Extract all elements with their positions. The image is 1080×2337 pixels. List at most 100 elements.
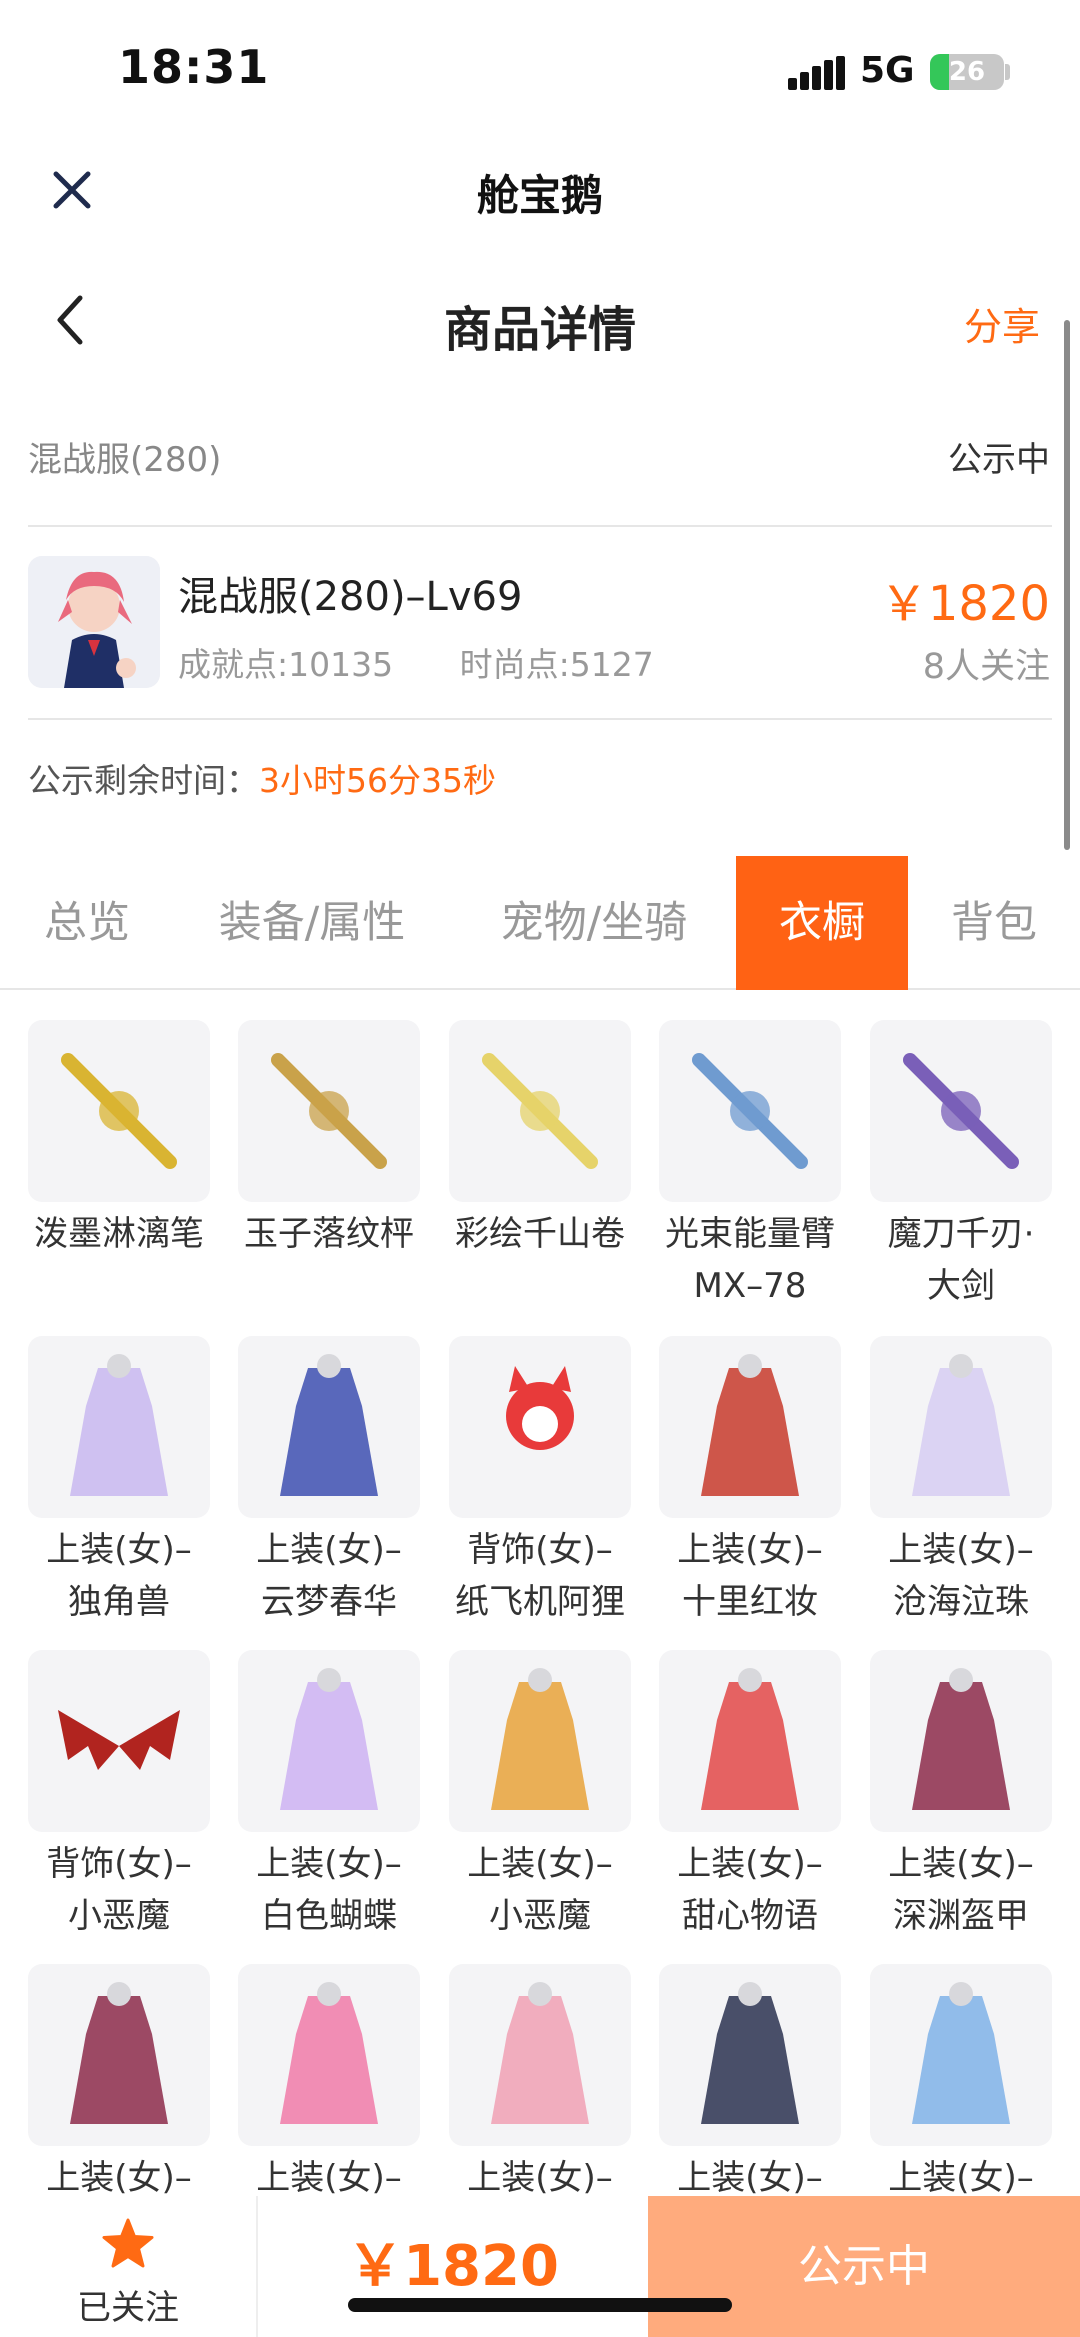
wardrobe-item[interactable]: 上装(女)– 云梦春华: [238, 1336, 420, 1628]
wardrobe-item-label: 上装(女)– 沧海泣珠: [851, 1524, 1071, 1628]
tab-pets[interactable]: 宠物/坐骑: [478, 856, 710, 990]
battery-tip: [1005, 64, 1010, 80]
fashion-points: 时尚点:5127: [459, 645, 654, 684]
timer-label: 公示剩余时间：: [28, 761, 259, 800]
wardrobe-item-name-line2: 独角兽: [68, 1582, 170, 1622]
wardrobe-item[interactable]: 上装(女)–: [659, 1964, 841, 2204]
wardrobe-item-label: 上装(女)– 小恶魔: [430, 1838, 650, 1942]
scrollbar[interactable]: [1064, 320, 1070, 850]
battery-level: 26: [948, 57, 986, 87]
tab-wardrobe[interactable]: 衣橱: [736, 856, 908, 990]
tab-bag[interactable]: 背包: [934, 856, 1054, 990]
uniform-icon: [659, 1964, 841, 2146]
devil-wings-icon: [28, 1650, 210, 1832]
wardrobe-item[interactable]: 上装(女)–: [449, 1964, 631, 2204]
wardrobe-item-label: 上装(女)– 十里红妆: [640, 1524, 860, 1628]
wardrobe-item[interactable]: 魔刀千刃· 大剑: [870, 1020, 1052, 1312]
wardrobe-item-name: 上装(女)–: [256, 1844, 402, 1884]
brush-icon: [28, 1020, 210, 1202]
wardrobe-item[interactable]: 上装(女)– 独角兽: [28, 1336, 210, 1628]
product-meta: 成就点:10135 时尚点:5127: [178, 638, 710, 686]
lace-dress-icon: [870, 1964, 1052, 2146]
achievement-points: 成就点:10135: [178, 645, 394, 684]
wardrobe-item-label: 上装(女)– 白色蝴蝶: [219, 1838, 439, 1942]
wardrobe-item[interactable]: 背饰(女)– 小恶魔: [28, 1650, 210, 1942]
arm-cannon-icon: [659, 1020, 841, 1202]
pink-dress-icon: [238, 1964, 420, 2146]
divider: [28, 718, 1052, 720]
wardrobe-item-name: 上装(女)–: [888, 1530, 1034, 1570]
product-price: ￥1820: [879, 576, 1050, 632]
wardrobe-item-label: 泼墨淋漓笔: [9, 1208, 229, 1260]
wardrobe-item-name-line2: 纸飞机阿狸: [455, 1582, 625, 1622]
wardrobe-item-label: 彩绘千山卷: [430, 1208, 650, 1260]
server-name: 混战服(280): [28, 440, 222, 480]
publicity-button[interactable]: 公示中: [648, 2196, 1080, 2337]
wardrobe-item[interactable]: 上装(女)– 深渊盔甲: [870, 1650, 1052, 1942]
wardrobe-item[interactable]: 玉子落纹枰: [238, 1020, 420, 1260]
dark-armor-icon: [28, 1964, 210, 2146]
wardrobe-item-label: 光束能量臂 MX–78: [640, 1208, 860, 1312]
product-summary: 混战服(280)–Lv69 成就点:10135 时尚点:5127 ￥1820 8…: [28, 552, 1050, 692]
wardrobe-item-label: 背饰(女)– 小恶魔: [9, 1838, 229, 1942]
tab-equipment[interactable]: 装备/属性: [196, 856, 428, 990]
wardrobe-item-name: 背饰(女)–: [46, 1844, 192, 1884]
follower-count: 8人关注: [922, 647, 1050, 687]
wardrobe-item[interactable]: 彩绘千山卷: [449, 1020, 631, 1260]
wardrobe-item-name-line2: 大剑: [927, 1266, 995, 1306]
share-button[interactable]: 分享: [964, 296, 1040, 351]
ballgown-icon: [449, 1964, 631, 2146]
server-row: 混战服(280) 公示中: [28, 420, 1050, 490]
wardrobe-item[interactable]: 上装(女)–: [238, 1964, 420, 2204]
wardrobe-item-name-line2: MX–78: [693, 1266, 807, 1306]
follow-button[interactable]: 已关注: [0, 2196, 258, 2337]
blue-dress-icon: [238, 1336, 420, 1518]
wardrobe-item[interactable]: 上装(女)– 沧海泣珠: [870, 1336, 1052, 1628]
network-type: 5G: [860, 50, 915, 91]
wardrobe-item-name: 上装(女)–: [888, 1844, 1034, 1884]
wardrobe-item[interactable]: 上装(女)– 十里红妆: [659, 1336, 841, 1628]
wardrobe-item[interactable]: 泼墨淋漓笔: [28, 1020, 210, 1260]
fox-icon: [449, 1336, 631, 1518]
wardrobe-item[interactable]: 上装(女)–: [28, 1964, 210, 2204]
go-board-icon: [238, 1020, 420, 1202]
wardrobe-item-name: 上装(女)–: [467, 1844, 613, 1884]
wardrobe-item-name-line2: 云梦春华: [261, 1582, 397, 1622]
wardrobe-item-name: 上装(女)–: [256, 1530, 402, 1570]
wardrobe-item-name: 上装(女)–: [677, 1530, 823, 1570]
tab-overview[interactable]: 总览: [18, 856, 156, 990]
wardrobe-item-name: 上装(女)–: [46, 1530, 192, 1570]
wardrobe-item-label: 魔刀千刃· 大剑: [851, 1208, 1071, 1312]
wardrobe-item-name: 背饰(女)–: [467, 1530, 613, 1570]
wardrobe-item-name-line2: 小恶魔: [68, 1896, 170, 1936]
product-name: 混战服(280)–Lv69: [178, 574, 523, 620]
wardrobe-item-label: 玉子落纹枰: [219, 1208, 439, 1260]
wardrobe-item-name: 魔刀千刃·: [887, 1214, 1035, 1254]
bottom-price: ￥1820: [347, 2234, 559, 2299]
wardrobe-item[interactable]: 上装(女)–: [870, 1964, 1052, 2204]
wardrobe-item[interactable]: 背饰(女)– 纸飞机阿狸: [449, 1336, 631, 1628]
wardrobe-item-name: 泼墨淋漓笔: [34, 1214, 204, 1254]
wardrobe-item-label: 上装(女)– 云梦春华: [219, 1524, 439, 1628]
red-robe-icon: [659, 1336, 841, 1518]
wardrobe-item[interactable]: 光束能量臂 MX–78: [659, 1020, 841, 1312]
wardrobe-item-name-line2: 小恶魔: [489, 1896, 591, 1936]
status-time: 18:31: [118, 40, 270, 94]
wardrobe-item[interactable]: 上装(女)– 白色蝴蝶: [238, 1650, 420, 1942]
timer-value: 3小时56分35秒: [259, 761, 496, 800]
signal-icon: [788, 56, 846, 90]
sword-icon: [870, 1020, 1052, 1202]
home-indicator: [348, 2298, 732, 2312]
avatar: [28, 556, 160, 688]
wardrobe-item[interactable]: 上装(女)– 甜心物语: [659, 1650, 841, 1942]
butterfly-dress-icon: [238, 1650, 420, 1832]
wardrobe-item-label: 背饰(女)– 纸飞机阿狸: [430, 1524, 650, 1628]
mini-app-bar: 舱宝鹅: [0, 140, 1080, 240]
star-icon: [102, 2218, 154, 2268]
wardrobe-item[interactable]: 上装(女)– 小恶魔: [449, 1650, 631, 1942]
publicity-timer: 公示剩余时间：3小时56分35秒: [28, 754, 496, 802]
scroll-icon: [449, 1020, 631, 1202]
follow-label: 已关注: [77, 2288, 179, 2328]
wardrobe-item-label: 上装(女)– 独角兽: [9, 1524, 229, 1628]
wardrobe-item-label: 上装(女)– 深渊盔甲: [851, 1838, 1071, 1942]
